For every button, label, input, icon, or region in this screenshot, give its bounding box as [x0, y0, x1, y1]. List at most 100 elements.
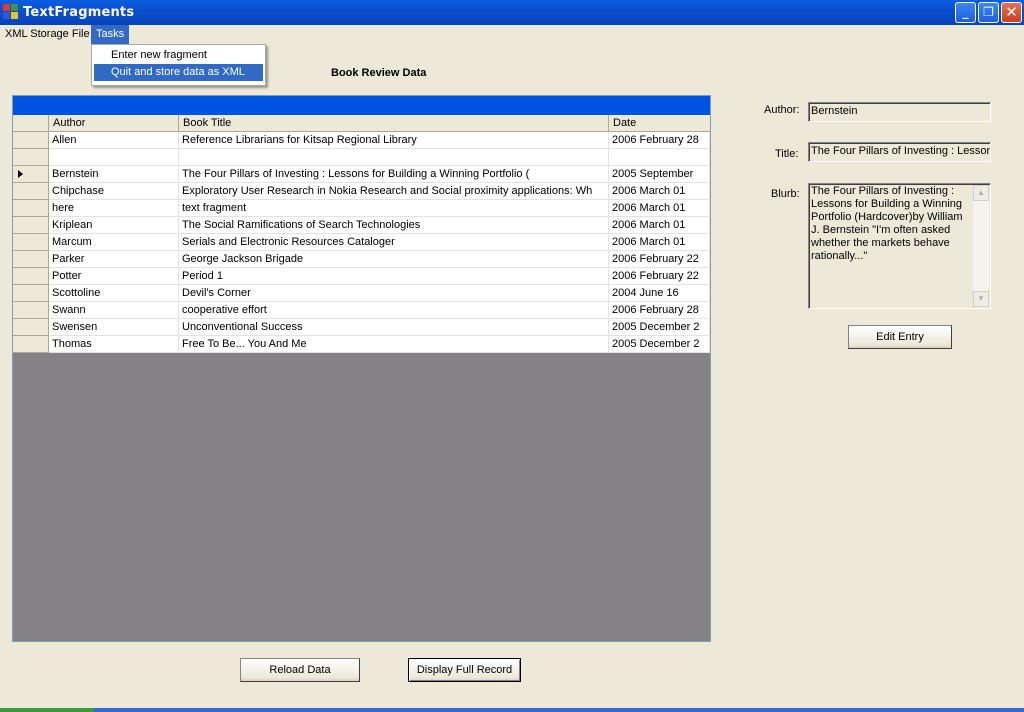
blurb-scrollbar[interactable]: ▲ ▼ [973, 185, 989, 307]
edit-entry-button[interactable]: Edit Entry [848, 325, 952, 349]
header-row-selector [13, 115, 49, 132]
menu-xml-storage-file[interactable]: XML Storage File [0, 25, 95, 44]
cell-title[interactable]: The Four Pillars of Investing : Lessons … [179, 166, 609, 183]
grid-caption-bar [13, 96, 710, 115]
cell-title[interactable]: Unconventional Success [179, 319, 609, 336]
cell-title[interactable]: text fragment [179, 200, 609, 217]
cell-date[interactable]: 2006 February 22 [609, 268, 710, 285]
row-selector[interactable] [13, 200, 49, 217]
author-label: Author: [764, 104, 800, 116]
cell-author[interactable]: Allen [49, 132, 179, 149]
cell-author[interactable]: Scottoline [49, 285, 179, 302]
menu-item-quit-and-store-xml[interactable]: Quit and store data as XML [94, 64, 263, 81]
tasks-dropdown-menu: Enter new fragment Quit and store data a… [91, 44, 266, 86]
cell-date[interactable]: 2005 December 2 [609, 336, 710, 353]
menu-tasks[interactable]: Tasks [91, 25, 130, 44]
row-selector[interactable] [13, 251, 49, 268]
row-selector[interactable] [13, 268, 49, 285]
author-field[interactable]: Bernstein [808, 102, 991, 122]
row-selector[interactable] [13, 183, 49, 200]
cell-date[interactable]: 2005 September [609, 166, 710, 183]
row-selector[interactable] [13, 285, 49, 302]
cell-author[interactable]: here [49, 200, 179, 217]
grid-header: Author Book Title Date [13, 115, 710, 132]
cell-author[interactable]: Marcum [49, 234, 179, 251]
table-row[interactable]: Swann cooperative effort 2006 February 28 [13, 302, 710, 319]
cell-date[interactable]: 2006 February 22 [609, 251, 710, 268]
table-row[interactable]: Kriplean The Social Ramifications of Sear… [13, 217, 710, 234]
grid-rows: Allen Reference Librarians for Kitsap Reg… [13, 132, 710, 353]
cell-title[interactable]: The Social Ramifications of Search Techn… [179, 217, 609, 234]
table-row[interactable]: Chipchase Exploratory User Research in No… [13, 183, 710, 200]
cell-date[interactable]: 2006 March 01 [609, 200, 710, 217]
cell-title[interactable]: Devil's Corner [179, 285, 609, 302]
cell-title[interactable]: cooperative effort [179, 302, 609, 319]
cell-date[interactable]: 2005 December 2 [609, 319, 710, 336]
title-field[interactable]: The Four Pillars of Investing : Lessons [808, 142, 991, 162]
cell-date[interactable]: 2006 February 28 [609, 302, 710, 319]
column-header-book-title[interactable]: Book Title [179, 115, 609, 132]
cell-title[interactable]: Free To Be... You And Me [179, 336, 609, 353]
menu-item-enter-new-fragment[interactable]: Enter new fragment [94, 47, 263, 64]
column-header-date[interactable]: Date [609, 115, 710, 132]
blurb-label: Blurb: [771, 188, 800, 200]
display-full-record-button[interactable]: Display Full Record [408, 658, 521, 682]
table-row[interactable]: Thomas Free To Be... You And Me 2005 Decem… [13, 336, 710, 353]
row-selector[interactable] [13, 166, 49, 183]
cell-author[interactable]: Parker [49, 251, 179, 268]
cell-date[interactable]: 2004 June 16 [609, 285, 710, 302]
cell-author[interactable]: Potter [49, 268, 179, 285]
table-row[interactable] [13, 149, 710, 166]
app-icon[interactable] [3, 4, 19, 20]
table-row[interactable]: Potter Period 1 2006 February 22 [13, 268, 710, 285]
table-row[interactable]: here text fragment 2006 March 01 [13, 200, 710, 217]
row-selector[interactable] [13, 336, 49, 353]
row-selector[interactable] [13, 217, 49, 234]
table-row[interactable]: Allen Reference Librarians for Kitsap Reg… [13, 132, 710, 149]
cell-author[interactable] [49, 149, 179, 166]
cell-author[interactable]: Swensen [49, 319, 179, 336]
row-selector[interactable] [13, 302, 49, 319]
cell-title[interactable]: Serials and Electronic Resources Catalog… [179, 234, 609, 251]
blurb-field[interactable]: The Four Pillars of Investing : Lessons … [808, 183, 991, 309]
cell-title[interactable]: Reference Librarians for Kitsap Regional… [179, 132, 609, 149]
cell-date[interactable]: 2006 February 28 [609, 132, 710, 149]
minimize-icon[interactable]: _ [955, 2, 976, 23]
cell-author[interactable]: Thomas [49, 336, 179, 353]
scroll-up-icon[interactable]: ▲ [973, 185, 989, 201]
cell-title[interactable]: Period 1 [179, 268, 609, 285]
cell-date[interactable]: 2006 March 01 [609, 217, 710, 234]
cell-author[interactable]: Bernstein [49, 166, 179, 183]
cell-date[interactable] [609, 149, 710, 166]
row-selector[interactable] [13, 319, 49, 336]
table-row[interactable]: Swensen Unconventional Success 2005 Decemb… [13, 319, 710, 336]
title-bar: TextFragments _ ❐ ✕ [0, 0, 1024, 25]
table-row[interactable]: Parker George Jackson Brigade 2006 Februar… [13, 251, 710, 268]
row-selector[interactable] [13, 132, 49, 149]
row-selector[interactable] [13, 234, 49, 251]
table-row[interactable]: Scottoline Devil's Corner 2004 June 16 [13, 285, 710, 302]
column-header-author[interactable]: Author [49, 115, 179, 132]
cell-author[interactable]: Kriplean [49, 217, 179, 234]
section-title: Book Review Data [331, 67, 427, 79]
window-title: TextFragments [23, 5, 135, 20]
restore-icon[interactable]: ❐ [978, 2, 999, 23]
cell-author[interactable]: Chipchase [49, 183, 179, 200]
taskbar-edge [0, 708, 1024, 712]
table-row[interactable]: Bernstein The Four Pillars of Investing :… [13, 166, 710, 183]
table-row[interactable]: Marcum Serials and Electronic Resources C… [13, 234, 710, 251]
scroll-down-icon[interactable]: ▼ [973, 291, 989, 307]
cell-title[interactable]: George Jackson Brigade [179, 251, 609, 268]
start-button-edge[interactable] [0, 708, 94, 712]
row-selector-arrow-icon [18, 170, 23, 178]
cell-date[interactable]: 2006 March 01 [609, 234, 710, 251]
book-review-grid[interactable]: Author Book Title Date Allen Reference Li… [12, 95, 711, 642]
row-selector[interactable] [13, 149, 49, 166]
close-icon[interactable]: ✕ [1001, 2, 1022, 23]
title-label: Title: [775, 148, 799, 160]
reload-data-button[interactable]: Reload Data [240, 658, 360, 682]
cell-author[interactable]: Swann [49, 302, 179, 319]
cell-date[interactable]: 2006 March 01 [609, 183, 710, 200]
cell-title[interactable]: Exploratory User Research in Nokia Resea… [179, 183, 609, 200]
cell-title[interactable] [179, 149, 609, 166]
